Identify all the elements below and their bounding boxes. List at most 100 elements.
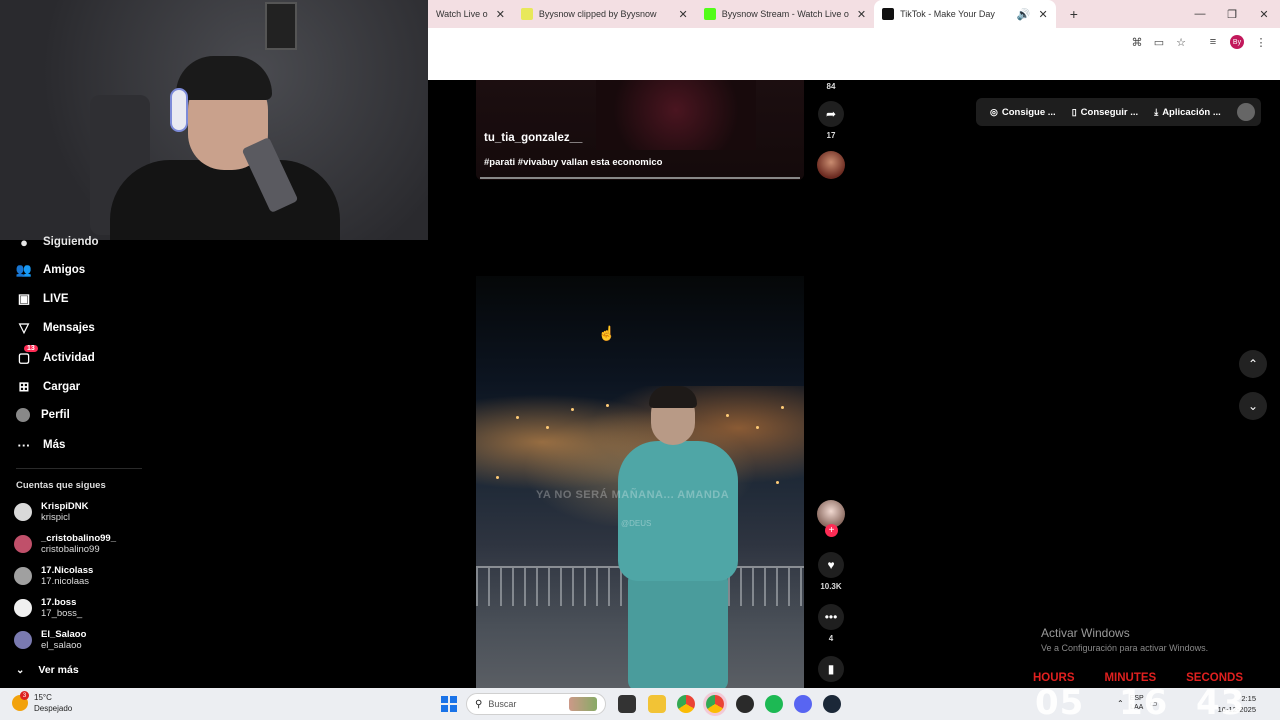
person-legs (628, 571, 728, 688)
file-explorer-icon[interactable] (648, 695, 666, 713)
tab-audio-icon[interactable]: 🔊 (1017, 8, 1031, 21)
bookmark-star-icon[interactable]: ☆ (1170, 36, 1192, 49)
prev-video-button[interactable]: ⌃ (1239, 350, 1267, 378)
current-video-player[interactable]: YA NO SERÁ MAÑANA... AMANDA @DEUS (476, 276, 804, 688)
new-tab-icon[interactable]: + (1070, 6, 1078, 22)
light-dot (781, 406, 784, 409)
tab-close-icon[interactable]: ✕ (496, 8, 505, 21)
sidebar-item-more[interactable]: ··· Más (16, 437, 66, 453)
account-item[interactable]: KrispiDNK krispicl (14, 501, 89, 523)
account-item[interactable]: 17.Nicolass 17.nicolaas (14, 565, 93, 587)
heart-icon[interactable]: ♥ (818, 552, 844, 578)
sidebar-item-upload[interactable]: ⊞ Cargar (16, 379, 81, 395)
music-disc-avatar[interactable] (817, 151, 845, 179)
chrome-icon[interactable] (677, 695, 695, 713)
translate-icon[interactable]: ⌘ (1126, 36, 1148, 49)
get-coins-button[interactable]: ◎ Consigue ... (982, 107, 1064, 118)
media-control-icon[interactable]: ≡ (1202, 36, 1224, 48)
spotify-icon[interactable] (765, 695, 783, 713)
sidebar-item-profile[interactable]: Perfil (16, 408, 70, 422)
weather-badge: 3 (20, 691, 29, 700)
minimize-icon[interactable]: — (1184, 8, 1216, 20)
account-item[interactable]: 17.boss 17_boss_ (14, 597, 82, 619)
video-progress-bar[interactable] (480, 177, 800, 179)
weather-desc: Despejado (34, 704, 73, 713)
tab-close-icon[interactable]: ✕ (1039, 8, 1048, 21)
sidebar-item-live[interactable]: ▣ LIVE (16, 291, 69, 307)
next-video-button[interactable]: ⌄ (1239, 392, 1267, 420)
sidebar-item-following[interactable]: ● Siguiendo (16, 234, 99, 250)
sidebar-item-friends[interactable]: 👥 Amigos (16, 262, 85, 278)
video-username[interactable]: tu_tia_gonzalez__ (484, 132, 582, 144)
close-window-icon[interactable]: ✕ (1248, 8, 1280, 21)
light-dot (546, 426, 549, 429)
webcam-overlay (0, 0, 428, 240)
user-avatar[interactable] (1236, 103, 1255, 121)
follow-plus-icon[interactable]: + (825, 524, 838, 537)
tab-clip[interactable]: Byysnow clipped by Byysnow ✕ (513, 0, 696, 28)
sidebar-item-label: Más (43, 439, 66, 451)
activity-icon: ▢ 13 (16, 345, 38, 366)
tab-tiktok[interactable]: TikTok - Make Your Day 🔊 ✕ (874, 0, 1056, 28)
window-controls: — ❐ ✕ (1184, 0, 1280, 28)
following-icon: ● (20, 234, 28, 250)
bookmark-icon[interactable]: ▮ (818, 656, 844, 682)
see-more-button[interactable]: ⌄ Ver más (16, 664, 79, 676)
windows-taskbar: 3 15°C Despejado ⚲ Buscar ⌃ ESP LAA ▭ 2:… (0, 688, 1280, 720)
account-item[interactable]: _cristobalino99_ cristobalino99 (14, 533, 116, 555)
sidebar-item-label: Amigos (43, 264, 86, 276)
start-button[interactable] (441, 696, 457, 712)
light-dot (496, 476, 499, 479)
promo-pills-bar: ◎ Consigue ... ▯ Conseguir ... ⤓ Aplicación… (976, 98, 1261, 126)
tab-kick-stream[interactable]: Byysnow Stream - Watch Live o ✕ (696, 0, 874, 28)
account-handle: 17_boss_ (41, 608, 83, 619)
profile-avatar[interactable]: By (1230, 35, 1244, 49)
cast-icon[interactable]: ▭ (1148, 36, 1170, 49)
steam-icon[interactable] (823, 695, 841, 713)
timer-hours-value: 05 (1035, 683, 1085, 720)
see-more-label: Ver más (38, 664, 79, 676)
sidebar-divider (16, 468, 142, 469)
sidebar-item-activity[interactable]: ▢ 13 Actividad (16, 345, 95, 366)
tab-close-icon[interactable]: ✕ (678, 8, 687, 21)
tab-kick-watch-live[interactable]: Watch Live o ✕ (428, 0, 513, 28)
upload-icon: ⊞ (18, 379, 30, 394)
sidebar-item-messages[interactable]: ▽ Mensajes (16, 320, 95, 336)
download-app-button[interactable]: ⤓ Aplicación ... (1146, 107, 1229, 118)
account-handle: 17.nicolaas (41, 576, 90, 587)
account-item[interactable]: El_Salaoo el_salaoo (14, 629, 86, 651)
previous-video-card[interactable]: tu_tia_gonzalez__ #parati #vivabuy valla… (476, 80, 804, 180)
avatar (14, 503, 32, 521)
video-description: #parati #vivabuy vallan esta economico (484, 157, 663, 168)
get-app-button[interactable]: ▯ Conseguir ... (1064, 107, 1147, 118)
task-view-icon[interactable] (618, 695, 636, 713)
weather-widget[interactable]: 3 15°C Despejado (12, 691, 73, 714)
headset-icon (170, 88, 188, 132)
comment-action[interactable]: ••• 4 (818, 604, 844, 643)
video-caption-overlay: YA NO SERÁ MAÑANA... AMANDA (536, 489, 730, 501)
avatar (14, 567, 32, 585)
prev-top-count-group: 84 (818, 82, 844, 91)
search-placeholder: Buscar (488, 699, 517, 709)
comment-icon[interactable]: ••• (818, 604, 844, 630)
menu-dots-icon[interactable]: ⋮ (1250, 36, 1272, 49)
share-icon[interactable]: ➦ (818, 101, 844, 127)
taskbar-search[interactable]: ⚲ Buscar (466, 693, 606, 715)
pill-label: Conseguir ... (1080, 106, 1139, 118)
tab-close-icon[interactable]: ✕ (857, 8, 866, 21)
share-action[interactable]: ➦ 17 (818, 101, 844, 140)
bookmark-action[interactable]: ▮ (818, 656, 844, 682)
download-icon: ⤓ (1154, 106, 1159, 117)
address-bar: ⌘ ▭ ☆ ≡ By ⋮ (428, 28, 1280, 56)
activity-badge: 13 (24, 345, 38, 352)
like-action[interactable]: ♥ 10.3K (818, 552, 844, 591)
restore-icon[interactable]: ❐ (1216, 8, 1248, 21)
chevron-down-icon: ⌄ (1247, 399, 1259, 413)
tiktok-favicon-icon (882, 8, 895, 20)
chrome-profile-icon[interactable] (706, 695, 724, 713)
discord-icon[interactable] (794, 695, 812, 713)
obs-icon[interactable] (736, 695, 754, 713)
prev-top-count: 84 (826, 82, 836, 91)
streamer-body (110, 160, 340, 240)
like-count: 10.3K (820, 582, 842, 591)
